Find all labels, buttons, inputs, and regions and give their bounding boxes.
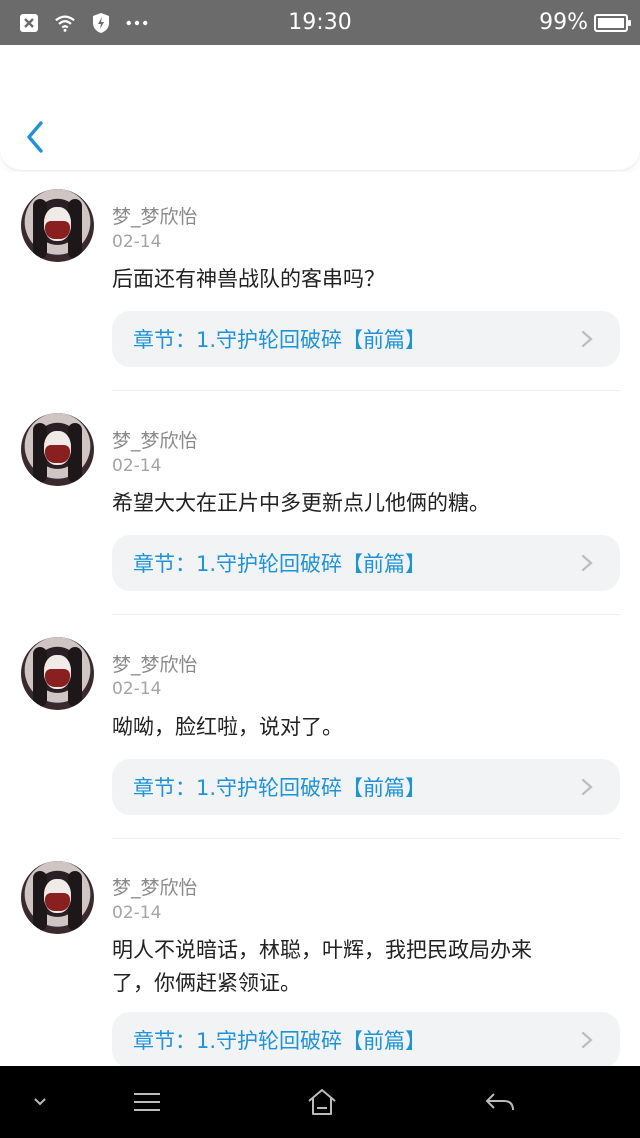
home-icon <box>308 1089 336 1115</box>
comment-date: 02-14 <box>112 232 162 252</box>
back-arrow-icon <box>486 1093 514 1111</box>
collapse-button[interactable] <box>20 1066 60 1138</box>
username[interactable]: 梦_梦欣怡 <box>112 426 198 453</box>
comment-text-line: 明人不说暗话，林聪，叶辉，我把民政局办来 <box>112 938 532 962</box>
chapter-link[interactable]: 章节：1.守护轮回破碎【前篇】 <box>112 759 620 815</box>
chapter-label: 章节：1.守护轮回破碎【前篇】 <box>133 1029 427 1053</box>
battery-icon <box>594 13 631 32</box>
system-nav-bar <box>0 1066 640 1138</box>
comment-text: 希望大大在正片中多更新点儿他俩的糖。 <box>112 491 490 515</box>
header <box>0 45 640 171</box>
chevron-left-icon <box>27 121 43 153</box>
chapter-link[interactable]: 章节：1.守护轮回破碎【前篇】 <box>112 311 620 367</box>
back-nav-button[interactable] <box>478 1066 522 1138</box>
avatar[interactable] <box>21 861 94 934</box>
username[interactable]: 梦_梦欣怡 <box>112 650 198 677</box>
menu-icon <box>134 1093 160 1111</box>
divider <box>112 614 620 615</box>
comment-text: 明人不说暗话，林聪，叶辉，我把民政局办来 了，你俩赶紧领证。 <box>112 934 612 1000</box>
home-button[interactable] <box>300 1066 344 1138</box>
avatar[interactable] <box>21 189 94 262</box>
divider <box>112 838 620 839</box>
chevron-right-icon <box>581 1031 593 1049</box>
comment-text: 后面还有神兽战队的客串吗？ <box>112 267 385 291</box>
divider <box>112 390 620 391</box>
chevron-right-icon <box>581 778 593 796</box>
battery-status: 99% <box>539 0 631 45</box>
chapter-label: 章节：1.守护轮回破碎【前篇】 <box>133 552 427 576</box>
comment-date: 02-14 <box>112 903 162 923</box>
chapter-label: 章节：1.守护轮回破碎【前篇】 <box>133 328 427 352</box>
menu-button[interactable] <box>127 1066 167 1138</box>
chapter-link[interactable]: 章节：1.守护轮回破碎【前篇】 <box>112 1012 620 1066</box>
comment-text-line: 了，你俩赶紧领证。 <box>112 971 301 995</box>
status-bar: 19:30 99% <box>0 0 640 45</box>
back-button[interactable] <box>18 117 52 157</box>
collapse-chevron-icon <box>34 1098 46 1106</box>
comment-date: 02-14 <box>112 679 162 699</box>
username[interactable]: 梦_梦欣怡 <box>112 873 198 900</box>
comment-text: 呦呦，脸红啦，说对了。 <box>112 715 343 739</box>
comment-date: 02-14 <box>112 456 162 476</box>
chevron-right-icon <box>581 554 593 572</box>
comment-list[interactable]: 梦_梦欣怡 02-14 后面还有神兽战队的客串吗？ 章节：1.守护轮回破碎【前篇… <box>0 172 640 1066</box>
avatar[interactable] <box>21 637 94 710</box>
chevron-right-icon <box>581 330 593 348</box>
avatar[interactable] <box>21 413 94 486</box>
chapter-label: 章节：1.守护轮回破碎【前篇】 <box>133 776 427 800</box>
battery-percent: 99% <box>539 10 588 35</box>
username[interactable]: 梦_梦欣怡 <box>112 202 198 229</box>
chapter-link[interactable]: 章节：1.守护轮回破碎【前篇】 <box>112 535 620 591</box>
